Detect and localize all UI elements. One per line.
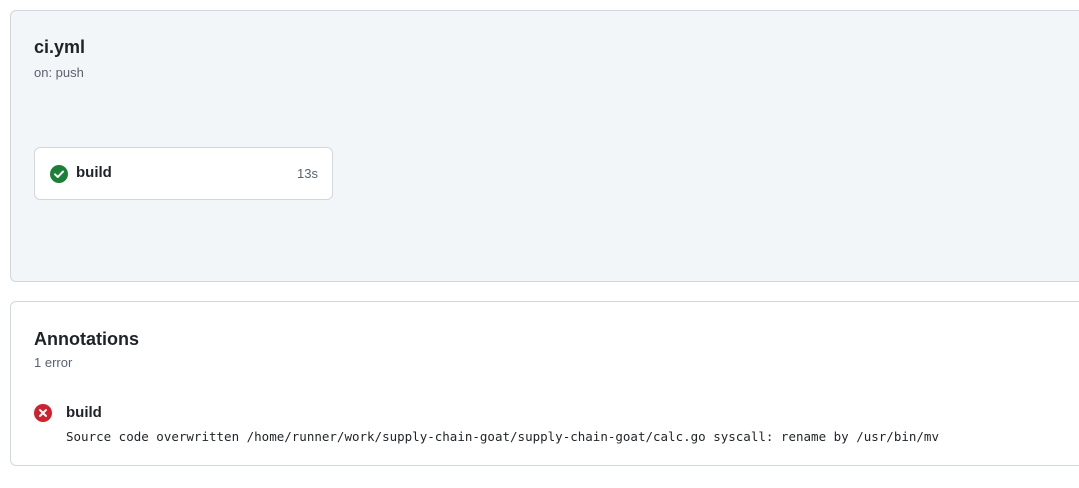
annotations-panel: Annotations 1 error build Source code ov… (10, 301, 1079, 466)
workflow-title: ci.yml (34, 37, 86, 57)
annotation-job-link[interactable]: build (66, 404, 102, 421)
annotation-item: build Source code overwritten /home/runn… (34, 402, 1074, 450)
job-card-build[interactable]: build 13s (34, 147, 333, 200)
annotation-message: Source code overwritten /home/runner/wor… (66, 429, 939, 444)
x-circle-fill-icon (34, 404, 52, 422)
job-name: build (76, 164, 112, 181)
annotations-title: Annotations (34, 329, 139, 349)
annotations-count: 1 error (34, 355, 73, 370)
workflow-trigger: on: push (34, 65, 84, 80)
job-duration: 13s (297, 166, 318, 181)
workflow-graph-panel: ci.yml on: push build 13s (10, 10, 1079, 282)
check-circle-fill-icon (50, 165, 68, 183)
